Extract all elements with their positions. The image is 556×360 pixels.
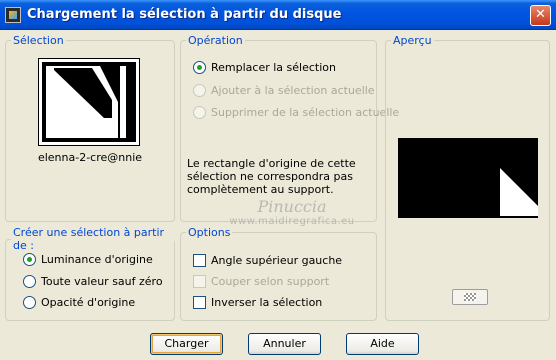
warning-text: Le rectangle d'origine de cette sélectio… [187,157,356,196]
checkbox-crop-to-canvas: Couper selon support [193,273,329,289]
radio-opacity[interactable]: Opacité d'origine [23,294,135,310]
preview-legend: Aperçu [393,34,432,47]
radio-label: Supprimer de la sélection actuelle [211,105,400,119]
radio-button-icon[interactable] [23,252,36,266]
checkbox-icon[interactable] [193,253,206,267]
radio-replace-selection[interactable]: Remplacer la sélection [193,59,336,75]
watermark: Pinuccia www.maidiregrafica.eu [222,197,362,228]
checkbox-icon [193,274,206,288]
radio-label: Toute valeur sauf zéro [41,274,163,288]
radio-label: Luminance d'origine [41,252,153,266]
help-button[interactable]: Aide [346,333,419,355]
radio-add-selection: Ajouter à la sélection actuelle [193,82,375,98]
transparency-checker-icon [464,293,476,301]
window-title: Chargement la sélection à partir du disq… [27,7,342,22]
transparency-toggle-button[interactable] [452,289,488,305]
radio-button-icon[interactable] [23,274,36,288]
checkbox-invert-selection[interactable]: Inverser la sélection [193,294,322,310]
selection-legend: Sélection [13,34,64,47]
radio-button-icon [193,83,206,97]
radio-button-icon [193,105,206,119]
radio-button-icon[interactable] [23,295,36,309]
preview-shape-icon [398,138,538,218]
checkbox-icon[interactable] [193,295,206,309]
close-icon: ✕ [535,7,546,22]
checkbox-top-left-corner[interactable]: Angle supérieur gauche [193,252,342,268]
app-icon [5,7,21,23]
radio-label: Remplacer la sélection [211,60,336,74]
title-bar[interactable]: Chargement la sélection à partir du disq… [0,0,556,30]
radio-label: Opacité d'origine [41,295,136,309]
operation-legend: Opération [188,34,243,47]
radio-subtract-selection: Supprimer de la sélection actuelle [193,104,399,120]
radio-luminance[interactable]: Luminance d'origine [23,251,153,267]
dialog-window: Chargement la sélection à partir du disq… [0,0,556,360]
radio-label: Ajouter à la sélection actuelle [211,83,375,97]
radio-button-icon[interactable] [193,60,206,74]
load-button[interactable]: Charger [150,333,223,355]
selection-shape-icon [42,62,136,142]
close-button[interactable]: ✕ [530,5,551,26]
checkbox-label: Couper selon support [211,274,330,288]
checkbox-label: Angle supérieur gauche [211,253,343,267]
preview-image [398,138,538,218]
selection-filename: elenna-2-cre@nnie [37,151,143,164]
radio-nonzero[interactable]: Toute valeur sauf zéro [23,273,163,289]
cancel-button[interactable]: Annuler [248,333,321,355]
watermark-name: Pinuccia [257,197,327,216]
options-legend: Options [188,226,231,239]
selection-thumbnail[interactable] [38,58,140,146]
checkbox-label: Inverser la sélection [211,295,323,309]
create-from-legend: Créer une sélection à partir de : [13,226,165,252]
